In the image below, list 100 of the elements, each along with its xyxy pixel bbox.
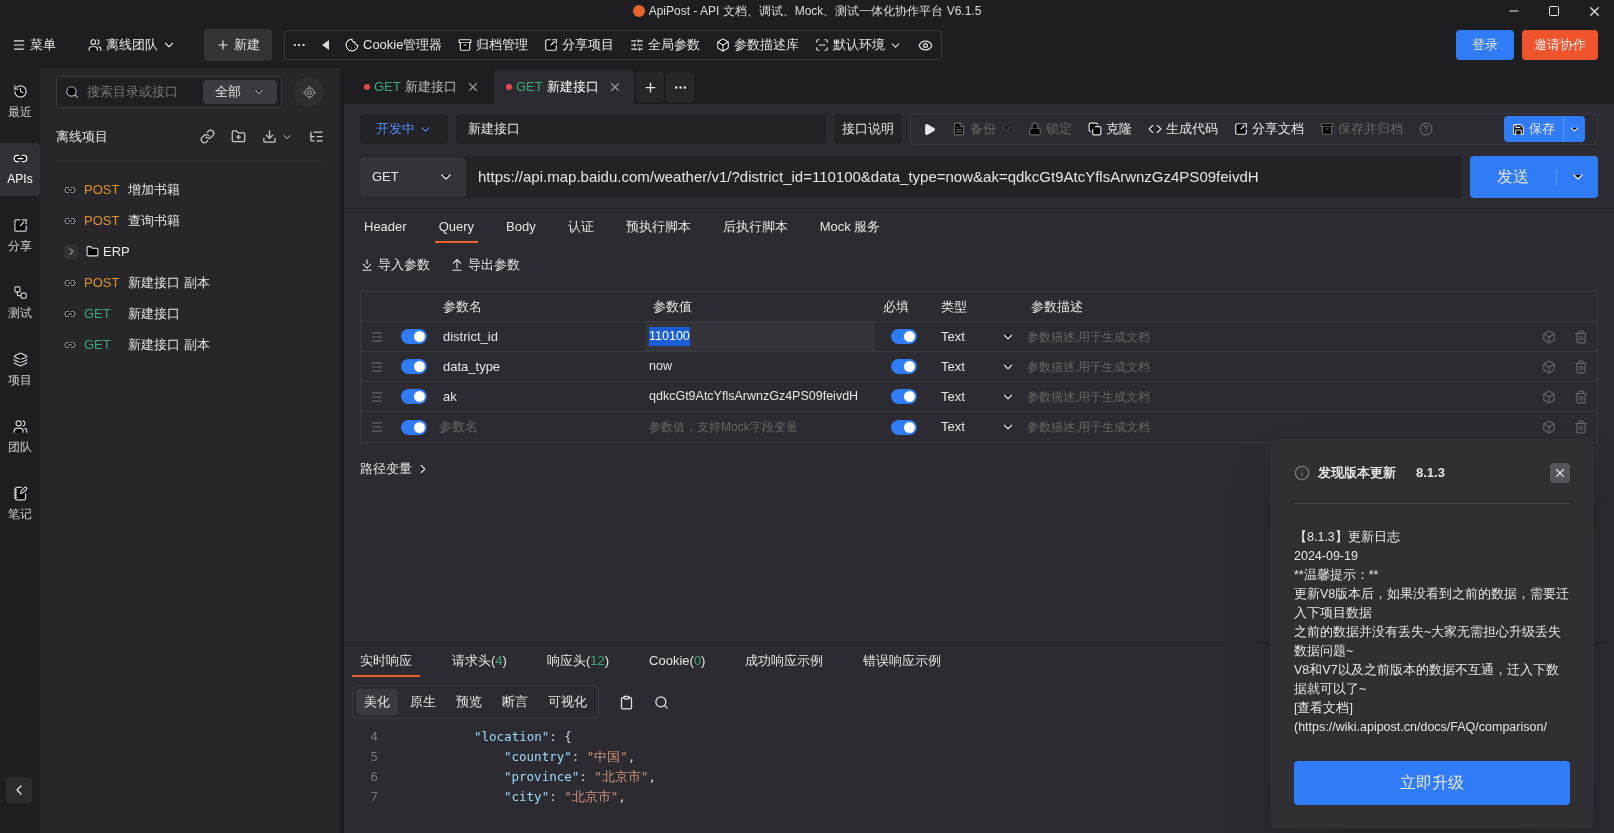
code-token: : { (549, 727, 572, 746)
code-token: "location" (474, 727, 550, 746)
param-action-button[interactable]: 导入参数 (360, 255, 430, 275)
tree-api-item[interactable]: POST 增加书籍 (56, 174, 324, 205)
menu-button[interactable]: 菜单 (8, 35, 60, 55)
changelog-line: **温馨提示：** (1294, 567, 1380, 584)
changelog-line: (https://wiki.apipost.cn/docs/FAQ/comparison/ (1294, 719, 1548, 736)
line-number: 7 (369, 787, 379, 806)
param-value: qdkcGt9AtcYflsArwnzGz4PS09feivdH (649, 388, 859, 406)
view-mode-tab[interactable]: 可视化 (540, 689, 595, 715)
param-action-button[interactable]: 导出参数 (450, 255, 520, 275)
param-name: ak (443, 388, 457, 404)
window-title: ApiPost - API 文档、调试、Mock、测试一体化协作平台 V6.1.5 (648, 3, 982, 20)
new-button[interactable]: 新建 (204, 29, 272, 61)
tree-folder[interactable]: ERP (56, 236, 324, 267)
code-token: , (627, 747, 636, 766)
response-tab[interactable]: 成功响应示例 (737, 647, 832, 677)
param-tab[interactable]: 认证 (563, 213, 598, 243)
action-button[interactable]: 分享文档 (1234, 119, 1304, 139)
response-tab[interactable]: 实时响应 (352, 647, 420, 677)
toolbar-button[interactable]: 分享项目 (544, 35, 615, 55)
view-mode-tab[interactable]: 断言 (494, 689, 536, 715)
url-bar[interactable]: GET https://api.map.baidu.com/weather/v1/?district_id=110100&data_type=now&ak=qdkcGt9AtcYflsArwnzGz4PS09feivdH (360, 156, 1462, 198)
param-tab[interactable]: Header (360, 213, 411, 243)
view-mode-tab[interactable]: 原生 (402, 689, 444, 715)
nav-item[interactable]: 分享 (0, 210, 40, 263)
line-number: 4 (369, 727, 379, 746)
action-button[interactable]: 生成代码 (1148, 119, 1218, 139)
changelog-line: [查看文档] (1294, 700, 1354, 717)
param-tab[interactable]: Mock 服务 (815, 213, 885, 243)
tree-api-item[interactable]: POST 查询书籍 (56, 205, 324, 236)
param-value: now (649, 358, 672, 376)
search-field[interactable]: 搜索目录或接口 全部 (56, 76, 282, 108)
toolbar-button[interactable]: Cookie管理器 (345, 35, 443, 55)
param-tab[interactable]: 后执行脚本 (718, 213, 792, 243)
changelog-line: V8和V7以及之前版本的数据不互通，迁入下数据就可以了~ (1294, 662, 1560, 698)
changelog-line: 2024-09-19 (1294, 548, 1359, 565)
response-tab[interactable]: 响应头(12) (538, 647, 618, 677)
param-tab[interactable]: Query (434, 213, 479, 243)
column-header: 参数名 (442, 297, 483, 316)
nav-item[interactable]: 项目 (0, 344, 40, 397)
type-dropdown[interactable]: Text (933, 386, 1023, 407)
path-variables-toggle[interactable]: 路径变量 (360, 459, 430, 479)
request-tab[interactable]: GET 新建接口 (494, 70, 634, 104)
type-dropdown[interactable]: Text (933, 356, 1023, 377)
view-mode-tab[interactable]: 预览 (448, 689, 490, 715)
line-number: 6 (369, 767, 379, 786)
code-token: "北京市" (564, 787, 619, 806)
response-tab[interactable]: 错误响应示例 (855, 647, 950, 677)
nav-item[interactable]: 测试 (0, 277, 40, 330)
code-token: : (549, 787, 558, 806)
api-doc-button[interactable]: 接口说明 (834, 114, 902, 144)
changelog-line: 更新V8版本后，如果没看到之前的数据，需要迁入下项目数据 (1294, 586, 1570, 622)
dialog-title: 发现版本更新 (1318, 464, 1396, 483)
param-value: 110100 (649, 327, 690, 346)
column-header: 类型 (940, 297, 968, 316)
code-token: , (648, 767, 656, 786)
dialog-version: 8.1.3 (1416, 464, 1445, 483)
column-header: 参数值 (652, 297, 693, 316)
nav-item[interactable]: 笔记 (0, 478, 40, 531)
team-dropdown[interactable]: 离线团队 (72, 35, 192, 55)
response-tab[interactable]: 请求头(4) (444, 647, 515, 677)
changelog-line: 【8.1.3】更新日志 (1294, 529, 1401, 546)
param-name: data_type (443, 358, 501, 374)
toolbar-button[interactable]: 归档管理 (458, 35, 529, 55)
more-button[interactable]: ··· (293, 35, 306, 55)
api-name-field[interactable]: 新建接口 (456, 114, 826, 144)
nav-item[interactable]: APIs (0, 143, 40, 196)
type-dropdown[interactable]: Text (933, 326, 1023, 347)
code-token: : (571, 747, 581, 766)
param-name-field[interactable]: 参数名 (439, 417, 641, 437)
filter-dropdown[interactable]: 全部 (203, 80, 277, 104)
code-token: "北京市" (594, 767, 649, 786)
code-token: : (579, 767, 588, 786)
tree-api-item[interactable]: POST 新建接口 副本 (56, 267, 324, 298)
response-tab[interactable]: Cookie(0) (641, 647, 714, 677)
nav-item[interactable]: 团队 (0, 411, 40, 464)
code-token: "city" (504, 787, 550, 806)
toolbar-button[interactable]: 全局参数 (630, 35, 701, 55)
column-header: 必填 (882, 297, 910, 316)
action-button[interactable]: 克隆 (1088, 119, 1132, 139)
code-token: , (618, 787, 626, 806)
toolbar-button[interactable]: 参数描述库 (716, 35, 800, 55)
column-header: 参数描述 (1030, 297, 1084, 316)
changelog-line: 之前的数据并没有丢失~大家无需担心升级丢失数据问题~ (1294, 624, 1563, 660)
param-tab[interactable]: 预执行脚本 (621, 213, 695, 243)
param-tab[interactable]: Body (502, 213, 540, 243)
method-dropdown[interactable]: GET (360, 157, 466, 197)
view-mode-tab[interactable]: 美化 (356, 689, 398, 715)
code-token: "country" (504, 747, 572, 766)
project-title: 离线项目 (56, 127, 108, 146)
url-field[interactable]: https://api.map.baidu.com/weather/v1/?district_id=110100&data_type=now&ak=qdkcGt9AtcYflsArwnzGz4PS09feivdH (466, 165, 1271, 189)
code-token: "province" (504, 767, 580, 786)
status-dropdown[interactable]: 开发中 (360, 114, 448, 144)
tree-api-item[interactable]: GET 新建接口 (56, 298, 324, 329)
toolbar-button[interactable]: 默认环境 (815, 35, 903, 55)
line-number: 5 (369, 747, 379, 766)
type-dropdown[interactable]: Text (933, 417, 1023, 437)
nav-item[interactable]: 最近 (0, 76, 40, 129)
tree-api-item[interactable]: GET 新建接口 副本 (56, 329, 324, 360)
